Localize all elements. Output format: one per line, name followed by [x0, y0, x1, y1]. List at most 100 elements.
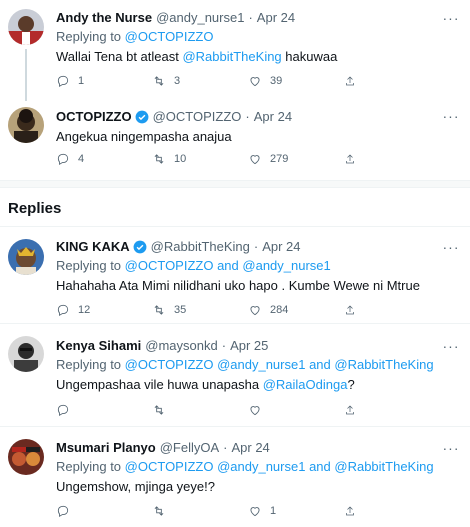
replies-heading: Replies: [8, 200, 62, 217]
mention-link[interactable]: @OCTOPIZZO: [125, 29, 214, 44]
share-button[interactable]: [344, 74, 364, 88]
like-count: 39: [270, 75, 283, 87]
mention-link[interactable]: @andy_nurse1: [242, 258, 330, 273]
like-count: 1: [270, 505, 277, 517]
retweet-count: 10: [174, 153, 187, 165]
author-handle[interactable]: @RabbitTheKing: [151, 238, 250, 256]
verified-badge-icon: [133, 240, 147, 254]
avatar-image: [8, 9, 44, 45]
author-handle[interactable]: @andy_nurse1: [156, 9, 244, 27]
retweet-button[interactable]: [152, 403, 248, 417]
reply-button[interactable]: [56, 403, 152, 417]
more-icon[interactable]: ···: [442, 109, 460, 125]
author-name[interactable]: Msumari Planyo: [56, 439, 156, 457]
reply-icon: [57, 304, 69, 317]
retweet-button[interactable]: 3: [152, 74, 248, 88]
author-handle[interactable]: @FellyOA: [160, 439, 219, 457]
reply-icon: [57, 153, 69, 166]
section-separator: [0, 180, 470, 188]
share-button[interactable]: [344, 152, 364, 166]
share-button[interactable]: [344, 303, 364, 317]
retweet-button[interactable]: [152, 504, 248, 518]
like-icon: [250, 507, 260, 517]
like-icon: [250, 306, 260, 316]
retweet-icon: [154, 76, 164, 86]
avatar[interactable]: [8, 239, 44, 275]
reply-button[interactable]: 12: [56, 303, 152, 317]
reply-kenya-sihami[interactable]: Kenya Sihami @maysonkd · Apr 25 Replying…: [0, 324, 470, 424]
author-name[interactable]: OCTOPIZZO: [56, 108, 132, 126]
author-name[interactable]: Andy the Nurse: [56, 9, 152, 27]
tweet-text: Ungempashaa vile huwa unapasha @RailaOdi…: [56, 377, 355, 392]
retweet-count: 3: [174, 75, 181, 87]
like-icon: [250, 155, 260, 165]
share-button[interactable]: [344, 403, 364, 417]
tweet-date[interactable]: Apr 24: [262, 238, 300, 256]
reply-button[interactable]: 1: [56, 74, 152, 88]
reply-count: 4: [78, 153, 85, 165]
tweet-date[interactable]: Apr 24: [257, 9, 295, 27]
author-name[interactable]: KING KAKA: [56, 238, 130, 256]
retweet-button[interactable]: 10: [152, 152, 248, 166]
retweet-icon: [154, 154, 164, 164]
tweet-text: Hahahaha Ata Mimi nilidhani uko hapo . K…: [56, 278, 420, 293]
author-name[interactable]: Kenya Sihami: [56, 337, 141, 355]
mention-link[interactable]: @RabbitTheKing: [182, 49, 281, 64]
mention-link[interactable]: @OCTOPIZZO @andy_nurse1: [125, 357, 306, 372]
like-button[interactable]: 39: [248, 74, 344, 88]
like-count: 279: [270, 153, 289, 165]
like-button[interactable]: [248, 403, 344, 417]
mention-link[interactable]: @OCTOPIZZO: [125, 258, 214, 273]
tweet-text: Wallai Tena bt atleast @RabbitTheKing ha…: [56, 49, 338, 64]
retweet-icon: [154, 405, 164, 415]
share-icon: [346, 305, 354, 315]
more-icon[interactable]: ···: [442, 441, 460, 457]
replying-to: Replying to @OCTOPIZZO: [56, 29, 214, 44]
reply-icon: [57, 75, 69, 88]
like-icon: [250, 77, 260, 87]
mention-link[interactable]: @RailaOdinga: [263, 377, 348, 392]
mention-link[interactable]: @RabbitTheKing: [334, 459, 433, 474]
share-icon: [346, 405, 354, 415]
tweet-text: Angekua ningempasha anajua: [56, 129, 232, 144]
reply-icon: [57, 404, 69, 417]
more-icon[interactable]: ···: [442, 11, 460, 27]
reply-button[interactable]: 4: [56, 152, 152, 166]
tweet-octopizzo[interactable]: OCTOPIZZO @OCTOPIZZO · Apr 24 Angekua ni…: [0, 101, 470, 181]
retweet-icon: [154, 305, 164, 315]
reply-button[interactable]: [56, 504, 152, 518]
avatar[interactable]: [8, 439, 44, 475]
retweet-count: 35: [174, 304, 187, 316]
thread-line: [25, 49, 27, 101]
tweet-date[interactable]: Apr 24: [254, 108, 292, 126]
like-button[interactable]: 279: [248, 152, 344, 166]
tweet-text: Ungemshow, mjinga yeye!?: [56, 479, 215, 494]
replying-to: Replying to @OCTOPIZZO and @andy_nurse1: [56, 258, 331, 273]
like-button[interactable]: 284: [248, 303, 344, 317]
author-handle[interactable]: @maysonkd: [145, 337, 217, 355]
share-icon: [346, 154, 354, 164]
replying-to: Replying to @OCTOPIZZO @andy_nurse1 and …: [56, 357, 434, 372]
avatar-image: [8, 336, 44, 372]
mention-link[interactable]: @OCTOPIZZO @andy_nurse1: [125, 459, 306, 474]
author-handle[interactable]: @OCTOPIZZO: [153, 108, 242, 126]
share-button[interactable]: [344, 504, 364, 518]
tweet-date[interactable]: Apr 25: [230, 337, 268, 355]
more-icon[interactable]: ···: [442, 240, 460, 256]
avatar-image: [8, 107, 44, 143]
reply-count: 12: [78, 304, 91, 316]
share-icon: [346, 506, 354, 516]
like-button[interactable]: 1: [248, 504, 344, 518]
retweet-button[interactable]: 35: [152, 303, 248, 317]
replying-to: Replying to @OCTOPIZZO @andy_nurse1 and …: [56, 459, 434, 474]
avatar[interactable]: [8, 9, 44, 45]
reply-king-kaka[interactable]: KING KAKA @RabbitTheKing · Apr 24 Replyi…: [0, 227, 470, 322]
mention-link[interactable]: @RabbitTheKing: [334, 357, 433, 372]
avatar[interactable]: [8, 107, 44, 143]
avatar-image: [8, 439, 44, 475]
tweet-date[interactable]: Apr 24: [231, 439, 269, 457]
tweet-andy[interactable]: Andy the Nurse @andy_nurse1 · Apr 24 Rep…: [0, 0, 470, 101]
avatar[interactable]: [8, 336, 44, 372]
reply-msumari-planyo[interactable]: Msumari Planyo @FellyOA · Apr 24 Replyin…: [0, 427, 470, 527]
more-icon[interactable]: ···: [442, 339, 460, 355]
